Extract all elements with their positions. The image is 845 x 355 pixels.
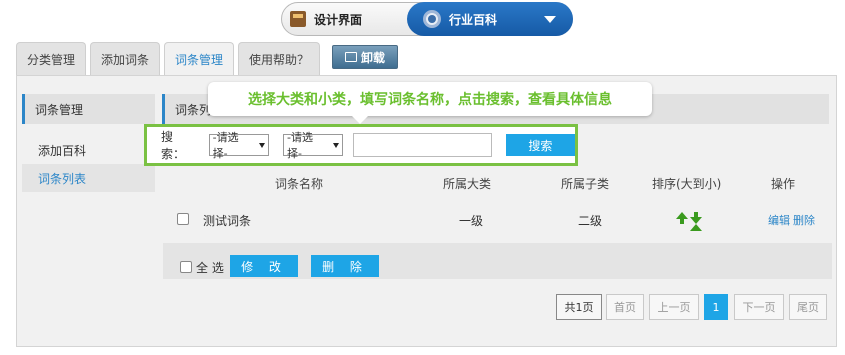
select-arrow-icon [258, 142, 265, 148]
tab-help[interactable]: 使用帮助？ [238, 42, 321, 76]
sidebar-title: 词条管理 [22, 94, 155, 124]
mode-switch: 设计界面 行业百科 [281, 2, 573, 36]
sidebar-item-add-wiki[interactable]: 添加百科 [22, 136, 155, 164]
prev-page-button[interactable]: 上一页 [649, 294, 699, 320]
category-select[interactable]: -请选择- [208, 131, 269, 160]
first-page-button[interactable]: 首页 [606, 294, 644, 320]
tab-category-manage[interactable]: 分类管理 [16, 42, 87, 76]
guide-tooltip: 选择大类和小类，填写词条名称，点击搜索，查看具体信息 [208, 82, 652, 124]
chevron-down-icon[interactable] [544, 16, 556, 23]
search-button[interactable]: 搜索 [505, 134, 575, 156]
delete-link[interactable]: 删除 [793, 212, 815, 228]
unload-label: 卸载 [361, 50, 386, 65]
unload-button[interactable]: 卸载 [332, 45, 399, 69]
page-total: 共1页 [556, 294, 602, 320]
main-tabs: 分类管理 添加词条 词条管理 使用帮助？ 卸载 [16, 42, 399, 76]
modify-button[interactable]: 修 改 [230, 255, 298, 277]
subcategory-select-value: -请选择- [286, 131, 313, 160]
move-down-icon[interactable] [690, 212, 702, 231]
search-bar: 搜索： -请选择- -请选择- 搜索 [144, 124, 578, 166]
keyword-input[interactable] [353, 133, 492, 157]
select-all-label: 全 选 [196, 261, 224, 275]
next-page-button[interactable]: 下一页 [734, 294, 784, 320]
current-page-button[interactable]: 1 [704, 294, 728, 320]
design-view-label: 设计界面 [314, 12, 363, 27]
unload-icon [345, 52, 358, 62]
search-label: 搜索： [161, 130, 186, 161]
col-sort: 排序(大到小) [652, 177, 722, 191]
industry-wiki-toggle[interactable]: 行业百科 [407, 2, 573, 36]
design-view-toggle[interactable]: 设计界面 [290, 3, 362, 35]
col-category: 所属大类 [443, 177, 492, 191]
category-select-value: -请选择- [212, 131, 239, 160]
design-icon [290, 11, 306, 27]
tab-entry-manage[interactable]: 词条管理 [164, 42, 235, 76]
move-up-icon[interactable] [676, 212, 688, 224]
gear-icon [423, 10, 441, 28]
row-category: 一级 [459, 214, 484, 228]
row-checkbox[interactable] [177, 213, 189, 225]
col-actions: 操作 [771, 177, 796, 191]
col-entry-name: 词条名称 [275, 177, 324, 191]
last-page-button[interactable]: 尾页 [789, 294, 827, 320]
row-entry-name: 测试词条 [203, 214, 252, 228]
tab-add-entry[interactable]: 添加词条 [90, 42, 161, 76]
select-all-checkbox[interactable] [180, 261, 192, 273]
delete-button[interactable]: 删 除 [311, 255, 379, 277]
select-arrow-icon [333, 142, 340, 148]
row-subcategory: 二级 [578, 214, 603, 228]
edit-link[interactable]: 编辑 [768, 212, 790, 228]
col-subcategory: 所属子类 [561, 177, 610, 191]
sidebar-item-entry-list[interactable]: 词条列表 [22, 164, 155, 192]
subcategory-select[interactable]: -请选择- [282, 131, 344, 160]
industry-wiki-label: 行业百科 [449, 12, 498, 27]
sidebar: 词条管理 添加百科 词条列表 [22, 94, 155, 192]
